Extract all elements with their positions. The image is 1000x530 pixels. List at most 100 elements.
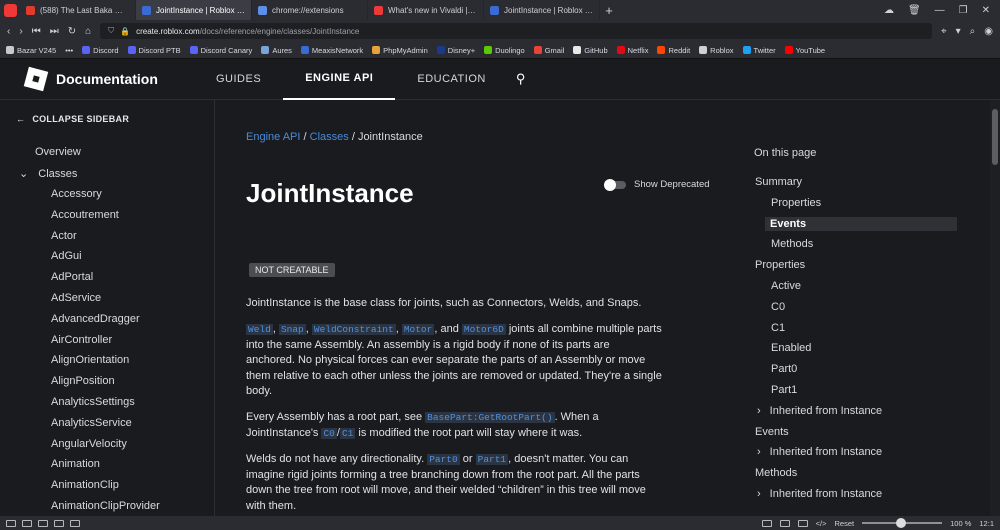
- more-bookmarks-icon[interactable]: •••: [65, 46, 73, 55]
- toc-item[interactable]: › Inherited from Instance: [757, 405, 882, 417]
- bookmark-item[interactable]: Twitter: [742, 46, 776, 55]
- code-icon[interactable]: </>: [816, 519, 827, 528]
- code-weld[interactable]: Weld: [246, 324, 273, 335]
- sidebar-class-item[interactable]: AdService: [51, 292, 101, 304]
- sidebar-item-classes[interactable]: ⌄ Classes: [19, 167, 77, 180]
- code-part1[interactable]: Part1: [475, 454, 509, 465]
- bookmark-item[interactable]: GitHub: [573, 46, 608, 55]
- browser-tab[interactable]: (588) The Last Baka Mitai V: [20, 0, 136, 20]
- sidebar-class-item[interactable]: Actor: [51, 230, 77, 242]
- breadcrumb-classes[interactable]: Classes: [310, 131, 349, 143]
- toc-item[interactable]: C1: [771, 322, 785, 334]
- bookmark-item[interactable]: MeaxisNetwork: [300, 46, 363, 55]
- tab-tiling-icon[interactable]: [22, 519, 32, 527]
- collapse-sidebar-button[interactable]: ← COLLAPSE SIDEBAR: [16, 114, 129, 124]
- bookmark-item[interactable]: Reddit: [657, 46, 690, 55]
- minimize-button[interactable]: —: [935, 5, 945, 16]
- nav-guides[interactable]: GUIDES: [194, 59, 283, 100]
- trash-icon[interactable]: 🗑: [908, 5, 921, 16]
- vivaldi-menu-button[interactable]: [0, 0, 20, 20]
- media-icon[interactable]: [70, 519, 80, 527]
- toc-item[interactable]: Events: [755, 426, 789, 438]
- close-button[interactable]: ✕: [982, 5, 990, 16]
- bookmark-icon[interactable]: ⌖: [941, 26, 947, 37]
- toc-item[interactable]: Active: [771, 280, 801, 292]
- bookmark-item[interactable]: Discord: [82, 46, 119, 55]
- dropdown-icon[interactable]: ▾: [956, 26, 961, 37]
- code-getrootpart[interactable]: BasePart:GetRootPart(): [425, 412, 555, 423]
- panel-toggle-icon[interactable]: [6, 519, 16, 527]
- new-tab-button[interactable]: +: [600, 0, 618, 20]
- bookmark-item[interactable]: Discord Canary: [189, 46, 252, 55]
- bookmark-item[interactable]: Bazar V245: [6, 46, 56, 55]
- sidebar-class-item[interactable]: AirController: [51, 334, 112, 346]
- browser-tab[interactable]: What's new in Vivaldi | Viva: [368, 0, 484, 20]
- show-deprecated-toggle[interactable]: Show Deprecated: [604, 178, 710, 191]
- bookmark-item[interactable]: Duolingo: [484, 46, 525, 55]
- bookmark-item[interactable]: Aures: [261, 46, 292, 55]
- sidebar-class-item[interactable]: Accoutrement: [51, 209, 119, 221]
- image-icon[interactable]: [797, 519, 808, 527]
- page-scrollbar[interactable]: [990, 100, 1000, 516]
- restore-button[interactable]: ❐: [959, 5, 968, 16]
- code-part0[interactable]: Part0: [427, 454, 460, 465]
- code-motor[interactable]: Motor: [401, 324, 435, 335]
- sidebar-class-item[interactable]: AngularVelocity: [51, 438, 127, 450]
- home-icon[interactable]: ⌂: [85, 26, 91, 37]
- window-icon[interactable]: [38, 519, 48, 527]
- toc-item[interactable]: Part1: [771, 384, 797, 396]
- zoom-slider[interactable]: [862, 518, 943, 528]
- search-icon[interactable]: ⚲: [516, 71, 526, 87]
- bookmark-item[interactable]: Gmail: [533, 46, 564, 55]
- sidebar-class-item[interactable]: AdvancedDragger: [51, 313, 140, 325]
- toc-item[interactable]: › Inherited from Instance: [757, 446, 882, 458]
- roblox-logo[interactable]: Documentation: [23, 66, 194, 92]
- bookmark-item[interactable]: Roblox: [699, 46, 734, 55]
- code-c1[interactable]: C1: [339, 427, 356, 439]
- sidebar-class-item[interactable]: AnimationClip: [51, 479, 119, 491]
- nav-engine-api[interactable]: ENGINE API: [283, 59, 396, 100]
- bookmark-item[interactable]: Discord PTB: [127, 46, 181, 55]
- forward-icon[interactable]: ›: [19, 26, 22, 37]
- camera-icon[interactable]: [761, 519, 772, 527]
- toc-item[interactable]: Summary: [755, 176, 802, 188]
- sidebar-class-item[interactable]: AnimationClipProvider: [51, 500, 160, 512]
- sidebar-class-item[interactable]: Animation: [51, 458, 100, 470]
- sidebar-class-item[interactable]: AlignPosition: [51, 375, 115, 387]
- reload-icon[interactable]: ↻: [68, 26, 76, 37]
- toc-item[interactable]: Properties: [755, 259, 805, 271]
- bookmark-item[interactable]: Netflix: [616, 46, 648, 55]
- cloud-sync-icon[interactable]: ☁: [884, 5, 894, 16]
- code-snap[interactable]: Snap: [278, 324, 306, 335]
- toc-item[interactable]: › Inherited from Instance: [757, 488, 882, 500]
- toc-item[interactable]: Enabled: [771, 342, 811, 354]
- browser-tab[interactable]: JointInstance | Roblox Crea: [136, 0, 252, 20]
- toc-item[interactable]: Methods: [771, 238, 813, 250]
- browser-tab[interactable]: JointInstance | Roblox Crea: [484, 0, 600, 20]
- sidebar-class-item[interactable]: AdPortal: [51, 271, 93, 283]
- code-weldconstraint[interactable]: WeldConstraint: [311, 324, 396, 335]
- browser-tab[interactable]: chrome://extensions: [252, 0, 368, 20]
- url-field[interactable]: ⛉ 🔒 create.roblox.com/docs/reference/eng…: [100, 23, 932, 39]
- code-c0[interactable]: C0: [321, 427, 337, 439]
- rewind-icon[interactable]: ⏮: [32, 26, 41, 37]
- capture-icon[interactable]: [54, 519, 64, 527]
- sidebar-class-item[interactable]: AlignOrientation: [51, 354, 129, 366]
- page-tiling-icon[interactable]: [779, 519, 790, 527]
- sidebar-class-item[interactable]: AnalyticsSettings: [51, 396, 135, 408]
- back-icon[interactable]: ‹: [7, 26, 10, 37]
- bookmark-item[interactable]: YouTube: [784, 46, 825, 55]
- toc-item[interactable]: C0: [771, 301, 785, 313]
- zoom-slider-handle[interactable]: [896, 518, 907, 528]
- scrollbar-thumb[interactable]: [992, 109, 998, 165]
- profile-avatar[interactable]: ◉: [984, 26, 993, 37]
- toc-item[interactable]: Events: [765, 216, 957, 231]
- sidebar-class-item[interactable]: AdGui: [51, 250, 82, 262]
- bookmark-item[interactable]: Disney+: [436, 46, 475, 55]
- breadcrumb-engine-api[interactable]: Engine API: [246, 131, 300, 143]
- fast-forward-icon[interactable]: ⏭: [50, 26, 59, 37]
- bookmark-item[interactable]: PhpMyAdmin: [372, 46, 428, 55]
- toc-item[interactable]: Methods: [755, 467, 797, 479]
- sidebar-class-item[interactable]: AnalyticsService: [51, 417, 132, 429]
- zoom-reset-button[interactable]: Reset: [835, 519, 855, 528]
